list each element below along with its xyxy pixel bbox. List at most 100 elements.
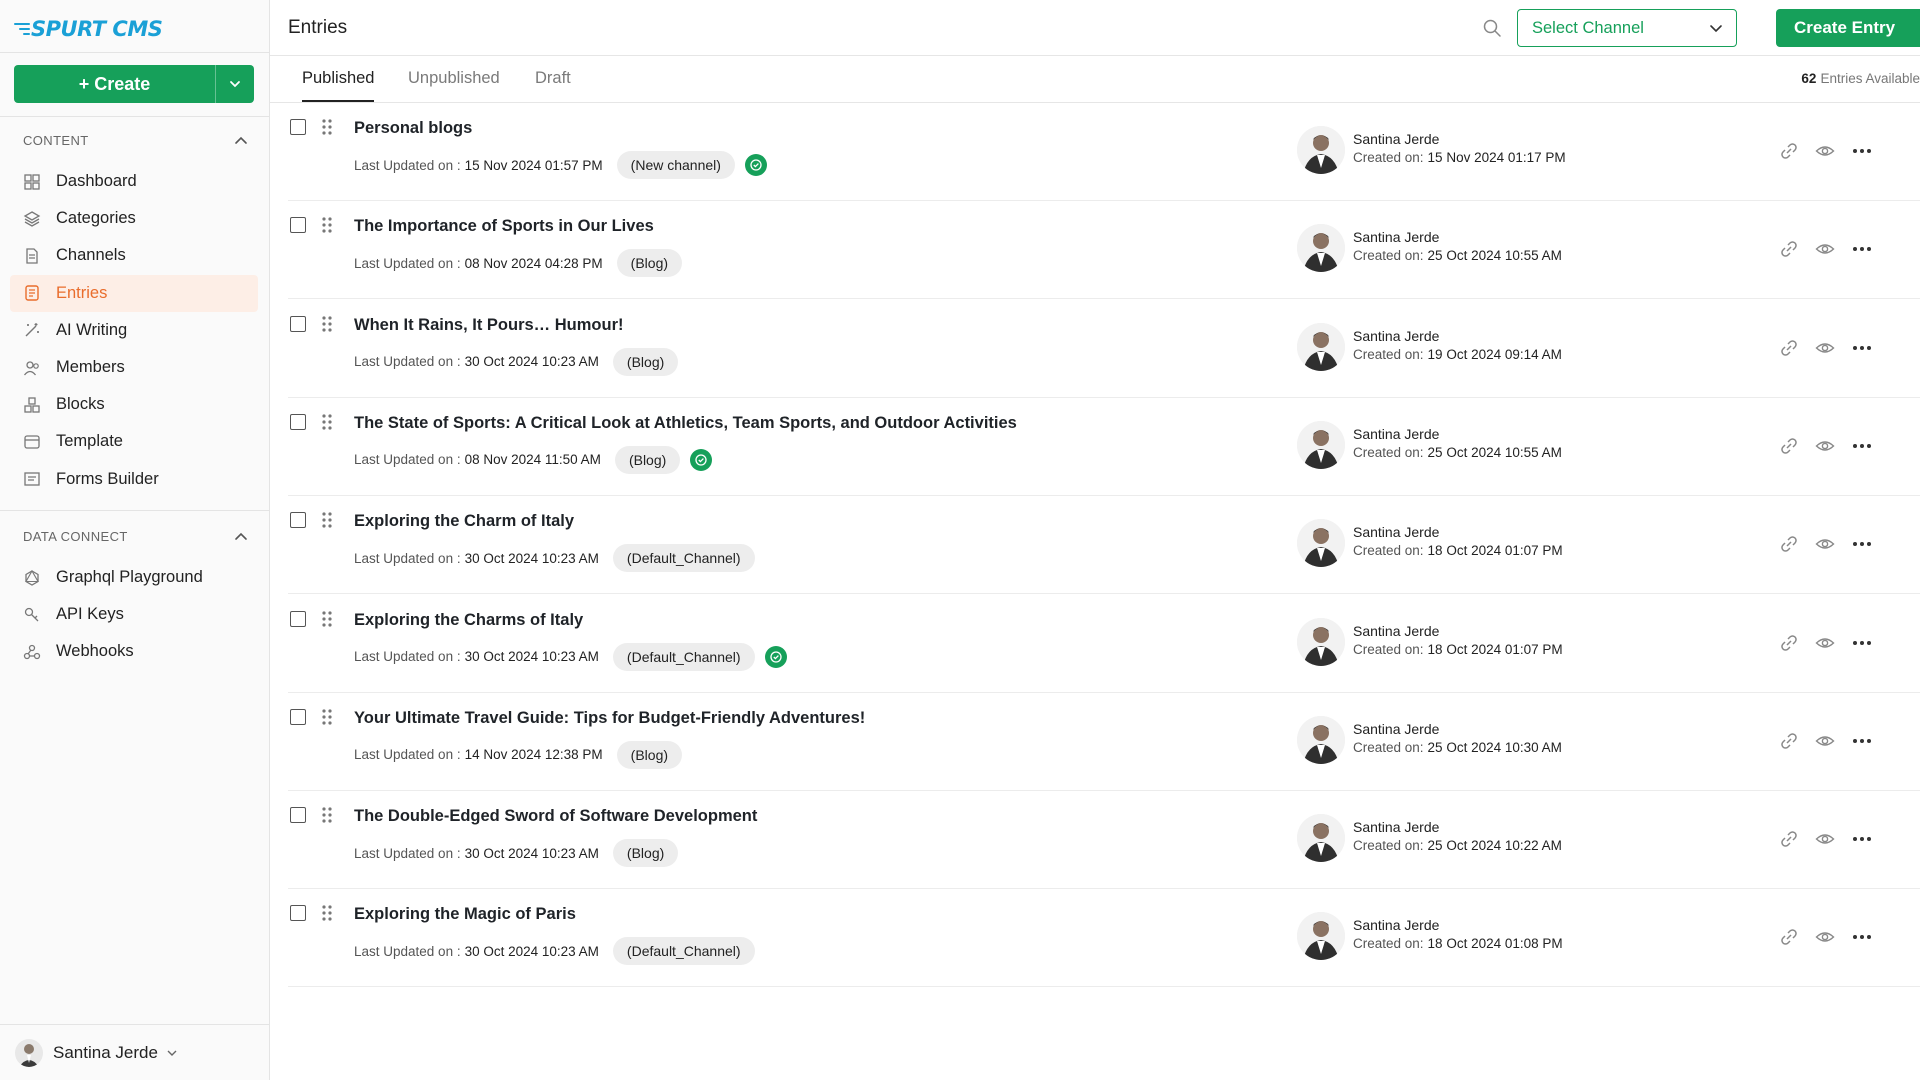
create-entry-button[interactable]: Create Entry: [1776, 9, 1920, 47]
more-icon[interactable]: [1851, 927, 1873, 947]
eye-icon[interactable]: [1815, 731, 1835, 751]
sidebar-item-members[interactable]: Members: [10, 349, 258, 386]
link-icon[interactable]: [1779, 436, 1799, 456]
eye-icon[interactable]: [1815, 534, 1835, 554]
table-row[interactable]: The Double-Edged Sword of Software Devel…: [288, 791, 1920, 890]
link-icon[interactable]: [1779, 239, 1799, 259]
sidebar-item-label: Categories: [56, 209, 136, 228]
entry-title[interactable]: The Importance of Sports in Our Lives: [354, 217, 654, 236]
sidebar-item-forms-builder[interactable]: Forms Builder: [10, 461, 258, 498]
author-name: Santina Jerde: [1353, 229, 1440, 246]
sidebar-item-api-keys[interactable]: API Keys: [10, 596, 258, 633]
entry-title[interactable]: Personal blogs: [354, 119, 472, 138]
drag-handle-icon[interactable]: [321, 708, 333, 731]
table-row[interactable]: The Importance of Sports in Our Lives Las…: [288, 201, 1920, 300]
sidebar-item-graphql-playground[interactable]: Graphql Playground: [10, 559, 258, 596]
eye-icon[interactable]: [1815, 927, 1835, 947]
sidebar-item-webhooks[interactable]: Webhooks: [10, 633, 258, 670]
entry-title[interactable]: When It Rains, It Pours… Humour!: [354, 316, 624, 335]
row-checkbox[interactable]: [290, 217, 306, 234]
link-icon[interactable]: [1779, 731, 1799, 751]
link-icon[interactable]: [1779, 338, 1799, 358]
drag-handle-icon[interactable]: [321, 904, 333, 927]
drag-handle-icon[interactable]: [321, 118, 333, 141]
sidebar-item-categories[interactable]: Categories: [10, 200, 258, 237]
channel-select[interactable]: Select Channel: [1517, 9, 1737, 47]
more-icon[interactable]: [1851, 534, 1873, 554]
table-row[interactable]: Exploring the Charm of Italy Last Updated…: [288, 496, 1920, 595]
create-button[interactable]: + Create: [14, 65, 254, 103]
drag-handle-icon[interactable]: [321, 806, 333, 829]
table-row[interactable]: Personal blogs Last Updated on :15 Nov 20…: [288, 103, 1920, 201]
tab-unpublished[interactable]: Unpublished: [408, 69, 500, 100]
eye-icon[interactable]: [1815, 436, 1835, 456]
entry-title[interactable]: The Double-Edged Sword of Software Devel…: [354, 807, 757, 826]
table-row[interactable]: When It Rains, It Pours… Humour! Last Upd…: [288, 300, 1920, 398]
drag-handle-icon[interactable]: [321, 216, 333, 239]
row-checkbox[interactable]: [290, 119, 306, 135]
table-row[interactable]: Exploring the Charms of Italy Last Update…: [288, 595, 1920, 693]
row-checkbox[interactable]: [290, 610, 306, 627]
drag-handle-icon[interactable]: [321, 511, 333, 534]
sidebar-item-template[interactable]: Template: [10, 423, 258, 460]
link-icon[interactable]: [1779, 829, 1799, 849]
link-icon[interactable]: [1779, 534, 1799, 554]
create-dropdown-toggle[interactable]: [216, 77, 254, 91]
more-icon[interactable]: [1851, 141, 1873, 161]
entry-title[interactable]: The State of Sports: A Critical Look at …: [354, 414, 1017, 433]
created-info: Created on: 25 Oct 2024 10:30 AM: [1353, 740, 1562, 755]
sidebar-item-entries[interactable]: Entries: [10, 274, 258, 312]
sidebar-item-label: Graphql Playground: [56, 568, 203, 586]
link-icon[interactable]: [1779, 633, 1799, 653]
table-row[interactable]: Your Ultimate Travel Guide: Tips for Bud…: [288, 693, 1920, 791]
more-icon[interactable]: [1851, 436, 1873, 456]
drag-handle-icon[interactable]: [321, 610, 333, 633]
entry-title[interactable]: Exploring the Magic of Paris: [354, 905, 576, 924]
link-icon[interactable]: [1779, 927, 1799, 947]
entry-meta: Last Updated on :08 Nov 2024 11:50 AM (Bl…: [354, 445, 713, 474]
row-checkbox[interactable]: [290, 315, 306, 332]
table-row[interactable]: The State of Sports: A Critical Look at …: [288, 398, 1920, 496]
row-checkbox[interactable]: [290, 512, 306, 529]
search-icon[interactable]: [1482, 18, 1502, 43]
tab-draft[interactable]: Draft: [535, 69, 571, 100]
eye-icon[interactable]: [1815, 338, 1835, 358]
sidebar-divider: [0, 510, 270, 511]
link-icon[interactable]: [1779, 141, 1799, 161]
entry-title[interactable]: Your Ultimate Travel Guide: Tips for Bud…: [354, 709, 865, 728]
row-checkbox[interactable]: [290, 905, 306, 922]
entry-title[interactable]: Exploring the Charms of Italy: [354, 611, 583, 630]
row-checkbox[interactable]: [290, 807, 306, 824]
sidebar-item-channels[interactable]: Channels: [10, 237, 258, 274]
entry-tabs: Published Unpublished Draft 62 Entries Av…: [270, 56, 1920, 103]
eye-icon[interactable]: [1815, 239, 1835, 259]
sidebar-item-ai-writing[interactable]: AI Writing: [10, 312, 258, 349]
updated-label: Last Updated on :: [354, 550, 461, 566]
table-row[interactable]: Exploring the Magic of Paris Last Updated…: [288, 889, 1920, 988]
row-checkbox[interactable]: [290, 708, 306, 725]
created-label: Created on:: [1353, 543, 1424, 559]
drag-handle-icon[interactable]: [321, 315, 333, 338]
eye-icon[interactable]: [1815, 141, 1835, 161]
updated-date: 30 Oct 2024 10:23 AM: [464, 550, 599, 566]
section-header-data-connect[interactable]: DATA CONNECT: [23, 529, 248, 544]
section-header-content[interactable]: CONTENT: [23, 133, 248, 148]
eye-icon[interactable]: [1815, 829, 1835, 849]
sidebar-item-blocks[interactable]: Blocks: [10, 386, 258, 423]
more-icon[interactable]: [1851, 239, 1873, 259]
avatar: [1297, 224, 1345, 273]
entry-title[interactable]: Exploring the Charm of Italy: [354, 512, 574, 531]
eye-icon[interactable]: [1815, 633, 1835, 653]
logo[interactable]: SPURT CMS: [14, 14, 163, 44]
page-title: Entries: [288, 17, 348, 38]
sidebar-item-dashboard[interactable]: Dashboard: [10, 163, 258, 200]
more-icon[interactable]: [1851, 829, 1873, 849]
drag-handle-icon[interactable]: [321, 413, 333, 436]
user-menu[interactable]: Santina Jerde: [0, 1024, 270, 1080]
sidebar-item-label: AI Writing: [56, 320, 128, 339]
tab-published[interactable]: Published: [302, 69, 375, 102]
more-icon[interactable]: [1851, 338, 1873, 358]
more-icon[interactable]: [1851, 731, 1873, 751]
more-icon[interactable]: [1851, 633, 1873, 653]
row-checkbox[interactable]: [290, 413, 306, 430]
